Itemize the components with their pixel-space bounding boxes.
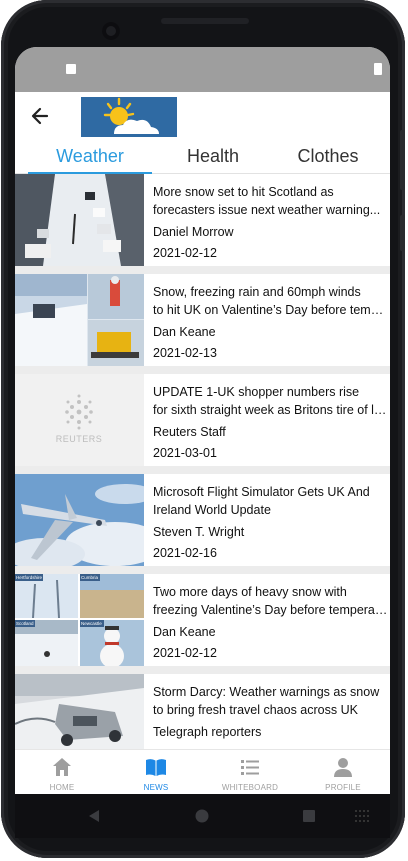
- news-item[interactable]: Hertfordshire Cumbria Scotland Newcastle…: [15, 574, 390, 666]
- app-screen: Weather Health Clothes More snow set to …: [15, 47, 390, 794]
- title-line-2: Ireland World Update: [153, 503, 271, 517]
- nav-label: NEWS: [143, 783, 169, 792]
- category-tabs: Weather Health Clothes: [15, 144, 390, 174]
- tab-clothes[interactable]: Clothes: [266, 146, 390, 172]
- article-title: Storm Darcy: Weather warnings as snow to…: [153, 683, 388, 719]
- title-line-1: UPDATE 1-UK shopper numbers rise: [153, 385, 360, 399]
- status-bar: [15, 47, 390, 92]
- article-date: 2021-02-12: [153, 646, 217, 660]
- airplane-thumbnail: [15, 474, 144, 566]
- tab-health[interactable]: Health: [151, 146, 275, 172]
- article-date: 2021-03-01: [153, 446, 217, 460]
- news-list: More snow set to hit Scotland as forecas…: [15, 174, 390, 749]
- news-item[interactable]: More snow set to hit Scotland as forecas…: [15, 174, 390, 266]
- system-navigation-bar: [15, 794, 390, 838]
- earpiece-speaker: [161, 18, 249, 24]
- title-line-1: Two more days of heavy snow with: [153, 585, 347, 599]
- photo-tag: Cumbria: [81, 575, 99, 580]
- title-line-1: Snow, freezing rain and 60mph winds: [153, 285, 361, 299]
- power-button: [400, 215, 405, 251]
- article-author: Steven T. Wright: [153, 525, 245, 539]
- title-line-2: freezing Valentine’s Day before temperat…: [153, 603, 388, 617]
- reuters-wordmark: REUTERS: [56, 434, 103, 444]
- snow-grid-thumbnail: Hertfordshire Cumbria Scotland Newcastle: [15, 574, 144, 666]
- article-author: Daniel Morrow: [153, 225, 234, 239]
- nav-profile[interactable]: PROFILE: [296, 750, 390, 794]
- bottom-navigation: HOME NEWS WHITEBOARD PROFILE: [15, 749, 390, 794]
- article-date: 2021-02-16: [153, 546, 217, 560]
- back-triangle-icon[interactable]: [86, 808, 102, 824]
- nav-label: WHITEBOARD: [221, 783, 279, 792]
- article-date: 2021-02-12: [153, 246, 217, 260]
- front-camera: [102, 22, 120, 40]
- title-line-2: to hit UK on Valentine’s Day before temp…: [153, 303, 388, 317]
- title-line-2: for sixth straight week as Britons tire …: [153, 403, 388, 417]
- volume-button: [400, 130, 405, 190]
- title-line-1: Storm Darcy: Weather warnings as snow: [153, 685, 380, 699]
- app-bar: [15, 92, 390, 144]
- reuters-thumbnail: REUTERS: [15, 374, 144, 466]
- photo-tag: Scotland: [16, 621, 34, 626]
- arrow-left-icon[interactable]: [29, 104, 51, 128]
- article-title: Two more days of heavy snow with freezin…: [153, 583, 388, 619]
- snow-collage-thumbnail: [15, 274, 144, 366]
- crashed-car-thumbnail: [15, 674, 144, 749]
- title-line-2: forecasters issue next weather warning..…: [153, 203, 381, 217]
- article-date: 2021-02-13: [153, 346, 217, 360]
- article-author: Reuters Staff: [153, 425, 226, 439]
- nav-news[interactable]: NEWS: [109, 750, 203, 794]
- article-title: Microsoft Flight Simulator Gets UK And I…: [153, 483, 388, 519]
- title-line-1: More snow set to hit Scotland as: [153, 185, 334, 199]
- list-icon: [241, 760, 259, 775]
- title-line-2: to bring fresh travel chaos across UK: [153, 703, 358, 717]
- article-title: More snow set to hit Scotland as forecas…: [153, 183, 388, 219]
- tab-weather[interactable]: Weather: [28, 146, 152, 172]
- nav-label: PROFILE: [325, 783, 361, 792]
- person-icon: [334, 758, 352, 777]
- news-item[interactable]: Microsoft Flight Simulator Gets UK And I…: [15, 474, 390, 566]
- title-line-1: Microsoft Flight Simulator Gets UK And: [153, 485, 370, 499]
- article-title: Snow, freezing rain and 60mph winds to h…: [153, 283, 388, 319]
- snowy-street-thumbnail: [15, 174, 144, 266]
- nav-label: HOME: [49, 783, 75, 792]
- photo-tag: Newcastle: [81, 621, 102, 626]
- article-author: Telegraph reporters: [153, 725, 262, 739]
- weather-logo: [81, 97, 177, 137]
- home-circle-icon[interactable]: [194, 808, 210, 824]
- book-icon: [146, 759, 166, 776]
- news-item[interactable]: REUTERS UPDATE 1-UK shopper numbers rise…: [15, 374, 390, 466]
- recents-square-icon[interactable]: [302, 809, 316, 823]
- news-item[interactable]: Storm Darcy: Weather warnings as snow to…: [15, 674, 390, 749]
- battery-icon: [374, 63, 382, 75]
- nav-home[interactable]: HOME: [15, 750, 109, 794]
- notification-icon: [66, 64, 76, 74]
- news-item[interactable]: Snow, freezing rain and 60mph winds to h…: [15, 274, 390, 366]
- home-icon: [53, 758, 71, 776]
- article-author: Dan Keane: [153, 325, 216, 339]
- article-title: UPDATE 1-UK shopper numbers rise for six…: [153, 383, 388, 419]
- nav-whiteboard[interactable]: WHITEBOARD: [203, 750, 297, 794]
- photo-tag: Hertfordshire: [16, 575, 43, 580]
- keyboard-grid-icon: [355, 810, 369, 822]
- article-author: Dan Keane: [153, 625, 216, 639]
